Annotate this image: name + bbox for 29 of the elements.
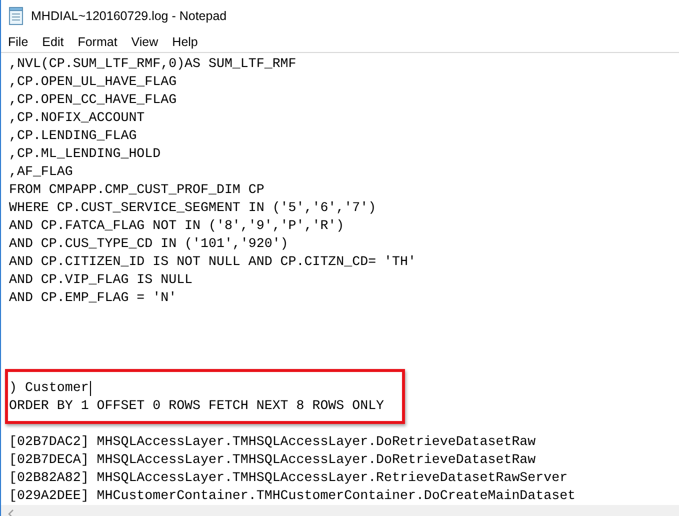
text-line: FROM CMPAPP.CMP_CUST_PROF_DIM CP xyxy=(9,181,264,199)
text-line: ,CP.OPEN_CC_HAVE_FLAG xyxy=(9,91,177,109)
text-line: AND CP.EMP_FLAG = 'N' xyxy=(9,289,177,307)
menu-item[interactable]: Edit xyxy=(42,34,64,48)
text-cursor xyxy=(90,380,91,396)
text-line: [02B7DAC2] MHSQLAccessLayer.TMHSQLAccessLayer.DoRetrieveDatasetRaw xyxy=(9,433,536,451)
window-title: MHDIAL~120160729.log - Notepad xyxy=(31,8,227,22)
text-line: [029A2DEE] MHCustomerContainer.TMHCustomerContainer.DoCreateMainDataset xyxy=(9,487,576,505)
text-line: ,CP.ML_LENDING_HOLD xyxy=(9,145,161,163)
text-line: [02B82A82] MHSQLAccessLayer.TMHSQLAccessLayer.RetrieveDatasetRawServer xyxy=(9,469,568,487)
text-line: AND CP.FATCA_FLAG NOT IN ('8','9','P','R') xyxy=(9,217,344,235)
menu-item[interactable]: File xyxy=(8,34,28,48)
text-line: ,AF_FLAG xyxy=(9,163,73,181)
scroll-left-icon[interactable] xyxy=(7,508,15,516)
text-line: ,CP.OPEN_UL_HAVE_FLAG xyxy=(9,73,177,91)
menu-item[interactable]: Format xyxy=(78,34,118,48)
menu-item[interactable]: View xyxy=(131,34,158,48)
text-line: ) Customer xyxy=(9,379,89,397)
menu-item[interactable]: Help xyxy=(172,34,198,48)
notepad-icon xyxy=(8,6,24,24)
text-line: ,CP.LENDING_FLAG xyxy=(9,127,137,145)
text-line: AND CP.VIP_FLAG IS NULL xyxy=(9,271,193,289)
text-line: ,NVL(CP.SUM_LTF_RMF,0)AS SUM_LTF_RMF xyxy=(9,55,296,73)
text-line: [02B7DECA] MHSQLAccessLayer.TMHSQLAccessLayer.DoRetrieveDatasetRaw xyxy=(9,451,536,469)
text-line: AND CP.CUS_TYPE_CD IN ('101','920') xyxy=(9,235,288,253)
text-line: ORDER BY 1 OFFSET 0 ROWS FETCH NEXT 8 ROWS ONLY xyxy=(9,397,384,415)
text-line: ,CP.NOFIX_ACCOUNT xyxy=(9,109,145,127)
text-line: AND CP.CITIZEN_ID IS NOT NULL AND CP.CITZN_CD= 'TH' xyxy=(9,253,416,271)
text-line: WHERE CP.CUST_SERVICE_SEGMENT IN ('5','6','7') xyxy=(9,199,376,217)
